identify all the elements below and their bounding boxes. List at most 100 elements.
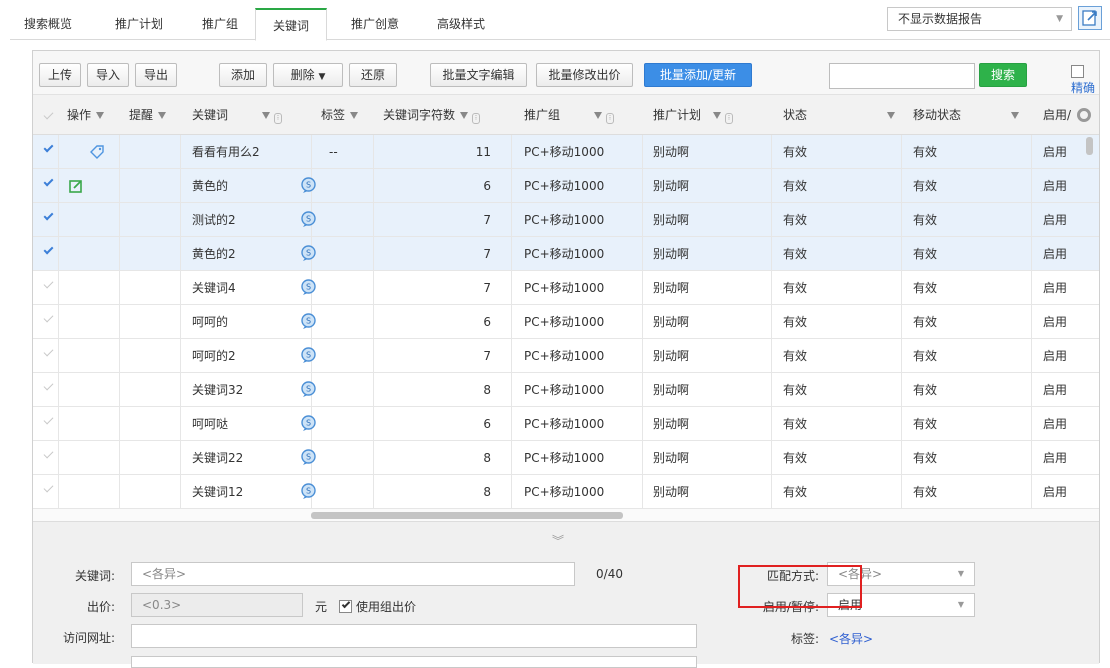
tab-ad-groups[interactable]: 推广组 <box>190 8 250 40</box>
column-divider <box>771 373 772 407</box>
row-check-icon[interactable] <box>43 176 54 187</box>
import-button[interactable]: 导入 <box>87 63 129 87</box>
exact-match-checkbox[interactable]: 精确 <box>1071 65 1099 96</box>
header-operation[interactable]: 操作 <box>67 95 105 135</box>
filter-icon[interactable] <box>96 112 105 119</box>
use-group-bid-checkbox[interactable]: 使用组出价 <box>339 598 416 615</box>
header-reminder[interactable]: 提醒 <box>129 95 167 135</box>
header-campaign[interactable]: 推广计划 ⁝ <box>653 95 734 135</box>
row-check-icon[interactable] <box>43 482 54 493</box>
cell-group: PC+移动1000 <box>524 417 605 431</box>
export-button[interactable]: 导出 <box>135 63 177 87</box>
table-row[interactable]: 测试的2 7 PC+移动1000 别动啊 有效 有效 启用 S <box>33 203 1099 237</box>
header-tag[interactable]: 标签 <box>321 95 359 135</box>
filter-icon[interactable] <box>460 112 469 119</box>
label-bubble-icon[interactable]: S <box>300 415 317 432</box>
table-row[interactable]: 黄色的2 7 PC+移动1000 别动啊 有效 有效 启用 S <box>33 237 1099 271</box>
filter-icon[interactable] <box>350 112 359 119</box>
filter-icon[interactable] <box>594 112 603 119</box>
horizontal-scrollbar[interactable] <box>311 512 623 519</box>
keyword-field[interactable]: <各异> <box>131 562 575 586</box>
batch-bid-button[interactable]: 批量修改出价 <box>536 63 633 87</box>
row-check-icon[interactable] <box>43 414 54 425</box>
cell-group: PC+移动1000 <box>524 281 605 295</box>
table-row[interactable]: 看看有用么2 11 PC+移动1000 别动啊 有效 有效 启用 -- <box>33 135 1099 169</box>
row-check-icon[interactable] <box>43 346 54 357</box>
header-enabled[interactable]: 启用/暂 <box>1043 95 1079 135</box>
checkbox-box[interactable] <box>339 599 352 613</box>
table-row[interactable]: 黄色的 6 PC+移动1000 别动啊 有效 有效 启用 S <box>33 169 1099 203</box>
url-field-2[interactable] <box>131 656 697 668</box>
label-bubble-icon[interactable]: S <box>300 483 317 500</box>
filter-icon[interactable] <box>887 112 896 119</box>
filter-icon[interactable] <box>1011 112 1020 119</box>
checkbox-box[interactable] <box>1071 65 1084 78</box>
label-bubble-icon[interactable]: S <box>300 177 317 194</box>
tab-search-overview[interactable]: 搜索概览 <box>18 8 78 40</box>
table-row[interactable]: 关键词4 7 PC+移动1000 别动啊 有效 有效 启用 S <box>33 271 1099 305</box>
tab-keywords[interactable]: 关键词 <box>255 8 327 41</box>
add-button[interactable]: 添加 <box>219 63 267 87</box>
label-bubble-icon[interactable]: S <box>300 313 317 330</box>
tag-value-link[interactable]: <各异> <box>829 630 873 647</box>
edit-icon[interactable] <box>69 179 83 196</box>
filter-icon[interactable] <box>158 112 167 119</box>
sort-icon[interactable]: ⁝ <box>606 113 615 124</box>
column-divider <box>511 305 512 339</box>
upload-button[interactable]: 上传 <box>39 63 81 87</box>
table-row[interactable]: 呵呵的 6 PC+移动1000 别动啊 有效 有效 启用 S <box>33 305 1099 339</box>
sort-icon[interactable]: ⁝ <box>472 113 481 124</box>
gear-icon[interactable] <box>1077 108 1091 122</box>
search-button[interactable]: 搜索 <box>979 63 1027 87</box>
header-mobile-status[interactable]: 移动状态 <box>913 95 1020 135</box>
row-check-icon[interactable] <box>43 244 54 255</box>
label-bubble-icon[interactable]: S <box>300 449 317 466</box>
row-check-icon[interactable] <box>43 312 54 323</box>
bid-field[interactable]: <0.3> <box>131 593 303 617</box>
row-check-icon[interactable] <box>43 278 54 289</box>
tab-advanced-styles[interactable]: 高级样式 <box>426 8 496 40</box>
table-row[interactable]: 关键词22 8 PC+移动1000 别动啊 有效 有效 启用 S <box>33 441 1099 475</box>
collapse-icon[interactable]: ︾ <box>552 532 564 549</box>
tab-creatives[interactable]: 推广创意 <box>340 8 410 40</box>
column-divider <box>373 305 374 339</box>
tag-icon[interactable] <box>89 144 105 163</box>
url-field[interactable] <box>131 624 697 648</box>
batch-add-update-button[interactable]: 批量添加/更新 <box>644 63 752 87</box>
table-row[interactable]: 呵呵哒 6 PC+移动1000 别动啊 有效 有效 启用 S <box>33 407 1099 441</box>
column-divider <box>511 407 512 441</box>
delete-button[interactable]: 删除 ▼ <box>273 63 343 87</box>
table-row[interactable]: 关键词32 8 PC+移动1000 别动啊 有效 有效 启用 S <box>33 373 1099 407</box>
table-row[interactable]: 呵呵的2 7 PC+移动1000 别动啊 有效 有效 启用 S <box>33 339 1099 373</box>
header-select-all[interactable] <box>39 95 59 135</box>
label-bubble-icon[interactable]: S <box>300 211 317 228</box>
cell-chars: 6 <box>483 179 491 193</box>
vertical-scrollbar[interactable] <box>1086 137 1093 155</box>
row-check-icon[interactable] <box>43 380 54 391</box>
header-keyword[interactable]: 关键词 ⁝ <box>192 95 283 135</box>
restore-button[interactable]: 还原 <box>349 63 397 87</box>
svg-text:S: S <box>306 385 311 394</box>
column-divider <box>642 475 643 509</box>
report-select[interactable]: 不显示数据报告 ▼ <box>887 7 1072 31</box>
sort-icon[interactable]: ⁝ <box>274 113 283 124</box>
filter-icon[interactable] <box>262 112 271 119</box>
header-ad-group[interactable]: 推广组 ⁝ <box>524 95 615 135</box>
label-bubble-icon[interactable]: S <box>300 347 317 364</box>
label-bubble-icon[interactable]: S <box>300 381 317 398</box>
sort-icon[interactable]: ⁝ <box>725 113 734 124</box>
header-status[interactable]: 状态 <box>783 95 896 135</box>
label-bubble-icon[interactable]: S <box>300 279 317 296</box>
filter-icon[interactable] <box>713 112 722 119</box>
label-bubble-icon[interactable]: S <box>300 245 317 262</box>
cell-group: PC+移动1000 <box>524 451 605 465</box>
table-row[interactable]: 关键词12 8 PC+移动1000 别动啊 有效 有效 启用 S <box>33 475 1099 509</box>
row-check-icon[interactable] <box>43 210 54 221</box>
search-input[interactable] <box>829 63 975 89</box>
row-check-icon[interactable] <box>43 142 54 153</box>
batch-text-edit-button[interactable]: 批量文字编辑 <box>430 63 527 87</box>
header-keyword-chars[interactable]: 关键词字符数 ⁝ <box>383 95 481 135</box>
export-icon[interactable] <box>1078 6 1102 30</box>
row-check-icon[interactable] <box>43 448 54 459</box>
tab-campaigns[interactable]: 推广计划 <box>104 8 174 40</box>
